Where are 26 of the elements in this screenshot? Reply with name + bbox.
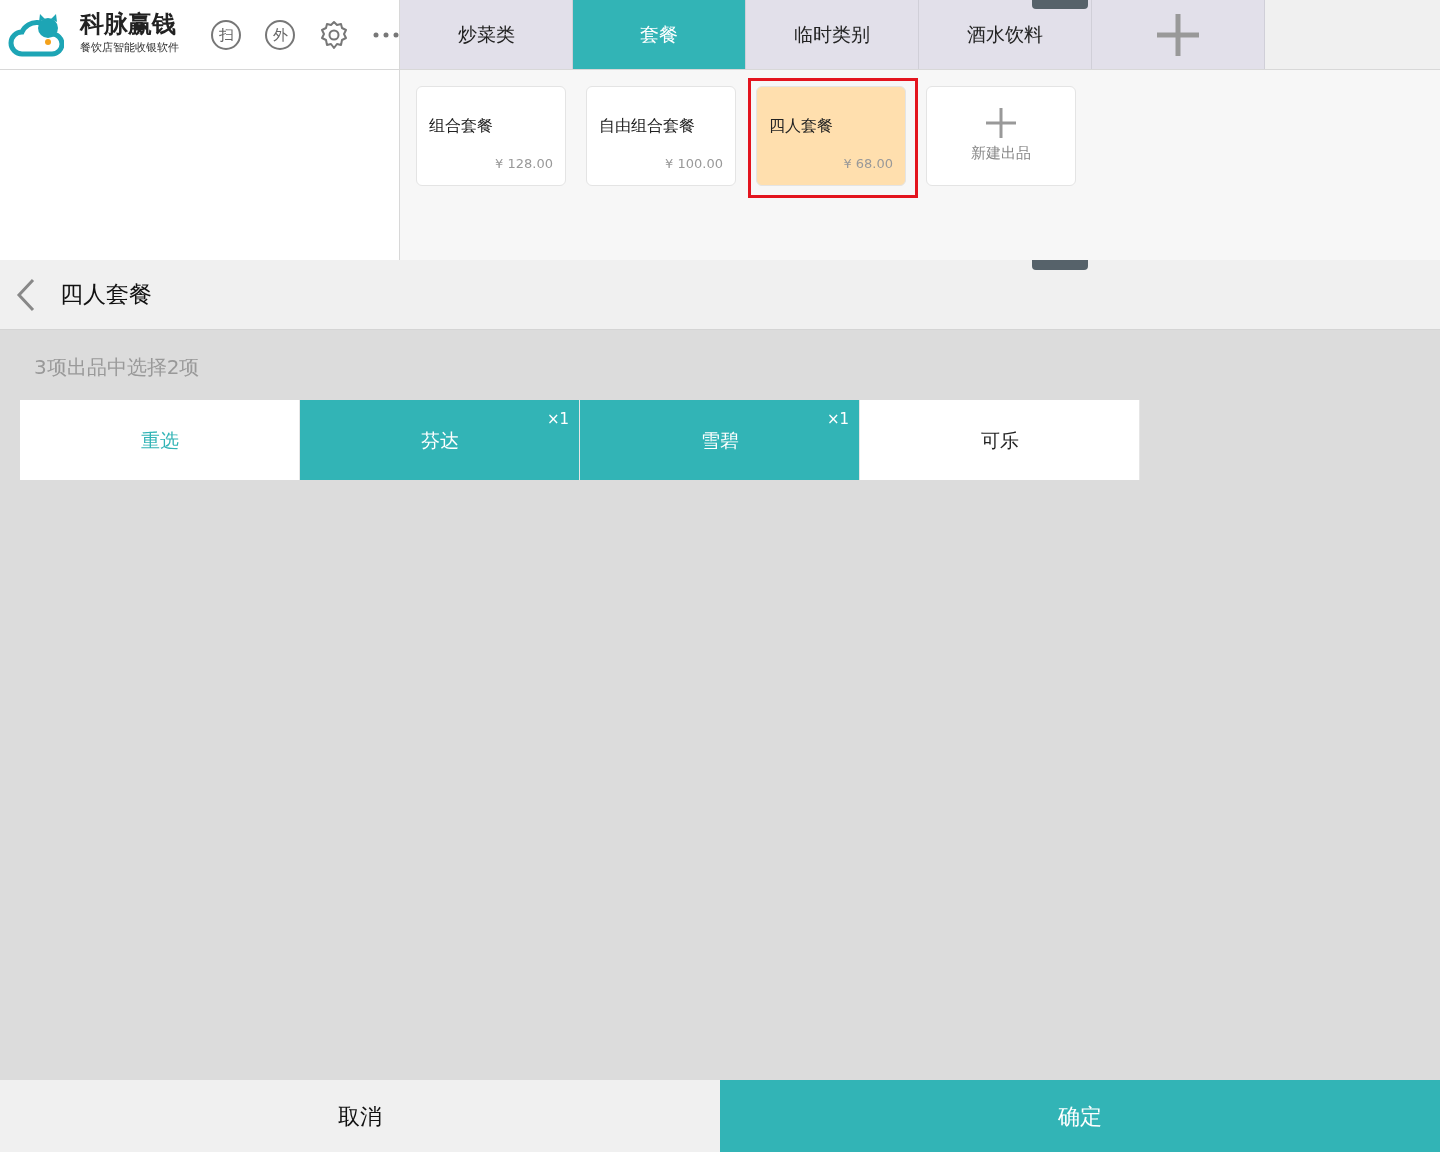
product-card[interactable]: 四人套餐 ¥ 68.00 (756, 86, 906, 186)
brand-name: 科脉赢钱 (80, 12, 177, 37)
drag-handle[interactable] (1032, 260, 1088, 270)
category-tab[interactable]: 酒水饮料 (919, 0, 1092, 69)
category-tab[interactable]: 临时类别 (746, 0, 919, 69)
settings-icon[interactable] (319, 19, 349, 50)
product-card[interactable]: 自由组合套餐 ¥ 100.00 (586, 86, 736, 186)
tagline: 餐饮店智能收银软件 (80, 40, 179, 57)
more-icon[interactable] (373, 31, 399, 38)
cancel-button[interactable]: 取消 (0, 1080, 720, 1152)
add-tab-button[interactable] (1092, 0, 1265, 69)
back-button[interactable] (16, 277, 36, 312)
plus-icon (1157, 13, 1199, 56)
round-button[interactable]: 外 (265, 19, 295, 50)
logo-icon (8, 11, 64, 58)
product-card[interactable]: 组合套餐 ¥ 128.00 (416, 86, 566, 186)
new-product-card[interactable]: 新建出品 (926, 86, 1076, 186)
round-button[interactable]: 扫 (211, 19, 241, 50)
quantity-label: ×1 (546, 409, 569, 430)
drag-handle[interactable] (1032, 0, 1088, 9)
quantity-label: ×1 (826, 409, 849, 430)
plus-icon (986, 107, 1016, 138)
detail-title: 四人套餐 (60, 280, 152, 310)
selection-hint: 3项出品中选择2项 (33, 354, 201, 381)
category-tab[interactable]: 炒菜类 (400, 0, 573, 69)
option-button[interactable]: 可乐 (860, 400, 1140, 480)
